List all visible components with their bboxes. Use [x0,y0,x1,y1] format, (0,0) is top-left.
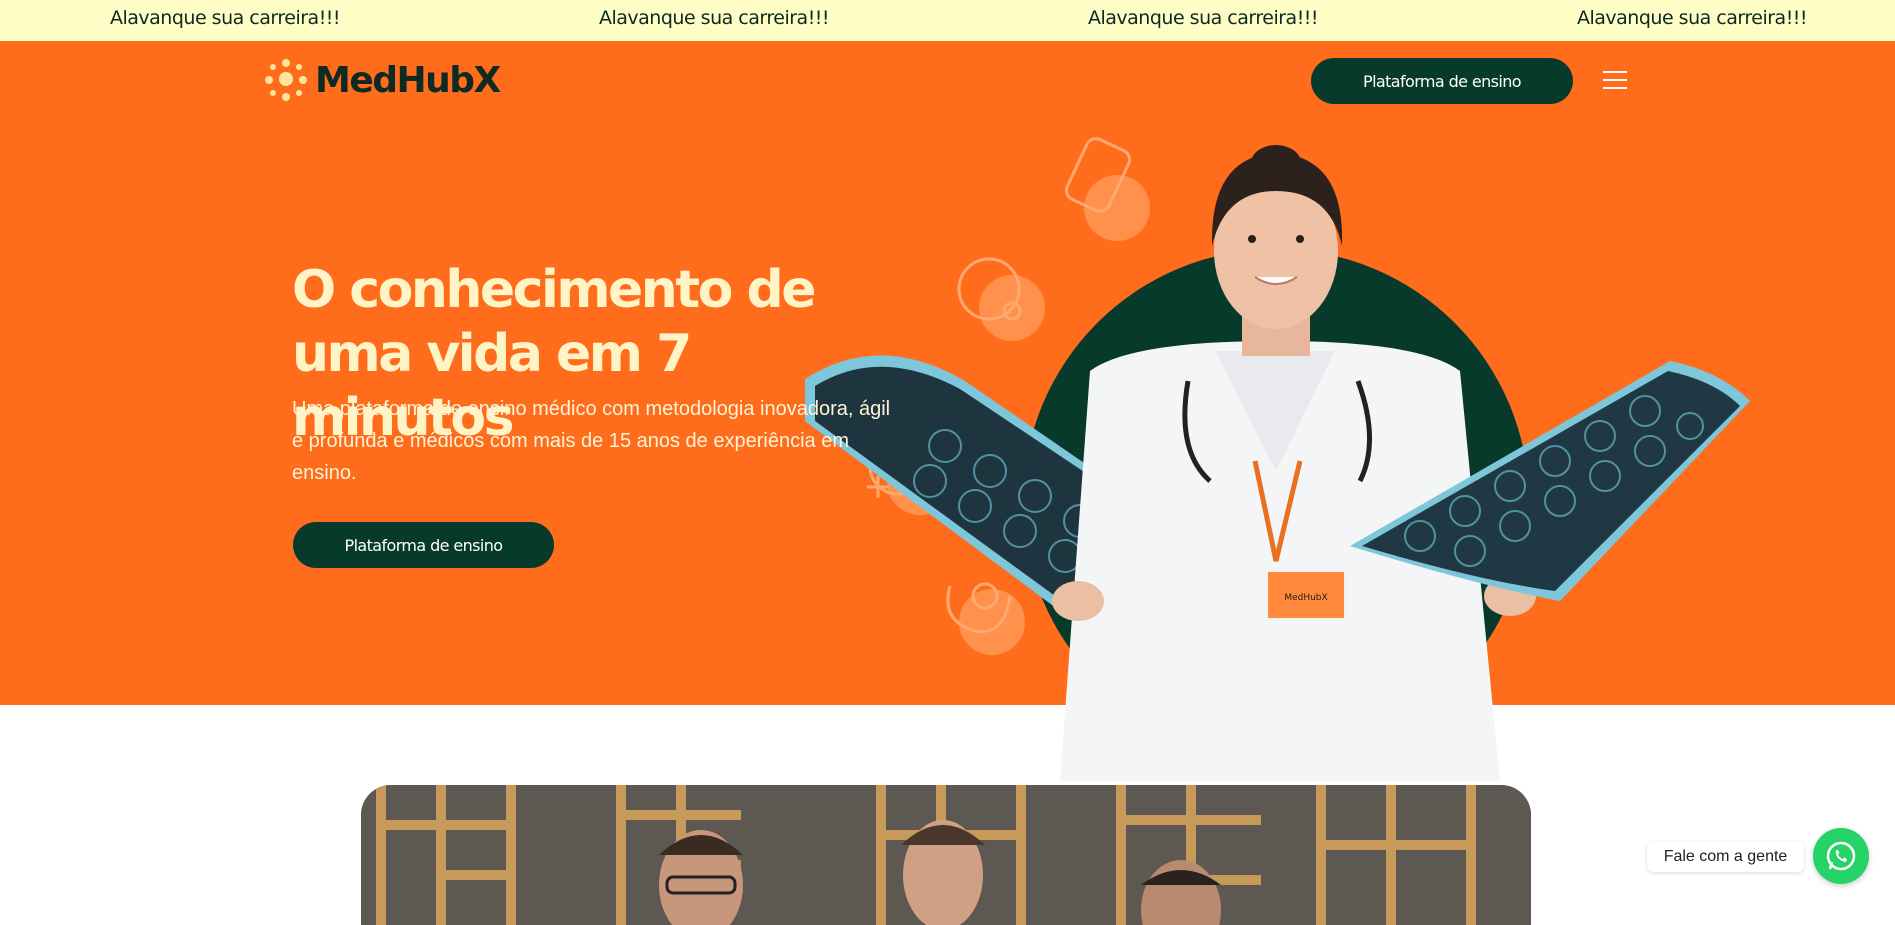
badge-text: MedHubX [1284,593,1327,603]
announcement-ticker: Alavanque sua carreira!!! Alavanque sua … [0,0,1895,41]
hamburger-menu-icon[interactable] [1603,71,1627,91]
logo-dots-icon [265,59,307,101]
phone-icon [1064,137,1150,241]
ticker-item: Alavanque sua carreira!!! [110,7,341,29]
doctor-figure: MedHubX [1052,145,1536,781]
hero-section: MedHubX MedHubX Plataforma de ensino O c… [0,41,1895,781]
ticker-item: Alavanque sua carreira!!! [1088,7,1319,29]
stethoscope-icon [946,582,1025,655]
hero-description: Uma plataforma de ensino médico com meto… [292,398,891,484]
xray-film-right [1350,361,1750,601]
ticker-item: Alavanque sua carreira!!! [1577,7,1808,29]
ticker-item: Alavanque sua carreira!!! [599,7,830,29]
brand-logo[interactable]: MedHubX [265,59,501,101]
headline-line: O conhecimento de [292,260,816,320]
clock-icon [957,257,1045,341]
team-photo [361,785,1531,925]
platform-button[interactable]: Plataforma de ensino [1311,58,1573,104]
whatsapp-glyph [1826,841,1856,871]
whatsapp-icon[interactable] [1813,828,1869,884]
chat-prompt-label[interactable]: Fale com a gente [1647,842,1804,872]
hero-platform-button[interactable]: Plataforma de ensino [293,522,554,568]
brand-name: MedHubX [315,59,501,101]
hero-backdrop-circle [1023,249,1529,755]
team-photo-illustration [361,785,1531,925]
hero-illustration: MedHubX [805,137,1750,781]
